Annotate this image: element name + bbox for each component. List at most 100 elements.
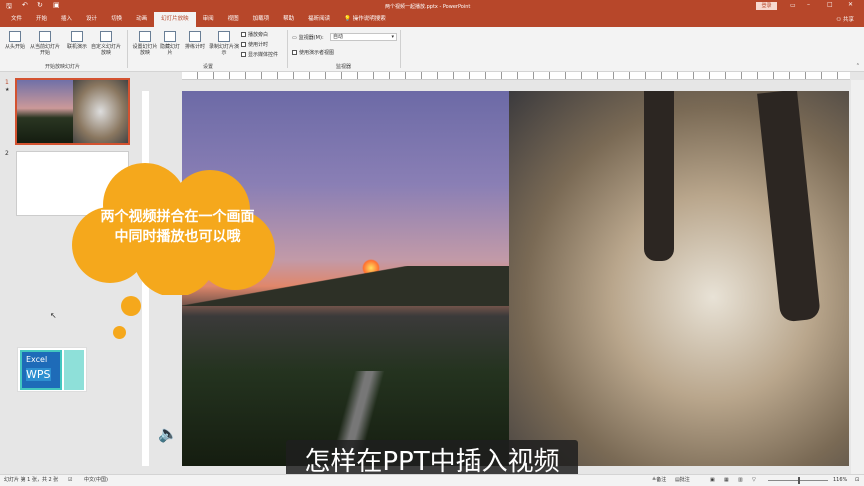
label: 从当前幻灯片开始 [29, 44, 60, 56]
tab-review[interactable]: 审阅 [196, 12, 221, 27]
tab-insert[interactable]: 插入 [54, 12, 79, 27]
normal-view-icon[interactable]: ▣ [710, 475, 715, 486]
monitor-icon: ▭ [292, 34, 297, 41]
redo-icon[interactable]: ↻ [37, 1, 43, 9]
window-title: 两个视频一起播放.pptx - PowerPoint [385, 4, 471, 10]
rehearse-timings-button[interactable]: 排练计时 [183, 29, 207, 50]
zoom-slider[interactable] [768, 477, 828, 484]
language[interactable]: 中文(中国) [84, 475, 108, 486]
label: 录制幻灯片演示 [209, 44, 240, 56]
from-beginning-button[interactable]: 从头开始 [2, 29, 28, 50]
label: 监视器(M): [298, 35, 324, 41]
divider [287, 30, 288, 68]
spellcheck-icon[interactable]: ☑ [68, 475, 72, 486]
record-slideshow-button[interactable]: 录制幻灯片演示 [209, 29, 239, 56]
group-monitors: 监视器 [336, 64, 352, 70]
callout-bubble-large [121, 296, 141, 316]
callout-bubble-small [113, 326, 126, 339]
label: 显示媒体控件 [248, 52, 279, 58]
speaker-icon[interactable]: 🔈 [158, 424, 178, 443]
use-timings-checkbox[interactable]: 使用计时 [241, 41, 268, 48]
show-media-controls-checkbox[interactable]: 显示媒体控件 [241, 51, 278, 58]
label: 排练计时 [184, 44, 205, 50]
tab-foxit[interactable]: 福昕阅读 [301, 12, 337, 27]
callout-text: 两个视频拼合在一个画面中同时播放也可以哦 [100, 209, 255, 245]
presenter-view-checkbox[interactable]: 使用演示者视图 [292, 49, 334, 56]
from-current-button[interactable]: 从当前幻灯片开始 [28, 29, 62, 56]
tab-help[interactable]: 帮助 [276, 12, 301, 27]
tab-slideshow[interactable]: 幻灯片放映 [154, 12, 196, 27]
label: 从头开始 [4, 44, 25, 50]
slide-canvas[interactable] [182, 91, 849, 466]
slide-sorter-icon[interactable]: ▦ [724, 475, 729, 486]
comments-button[interactable]: ▤批注 [675, 475, 690, 486]
thumb-image-left [17, 80, 73, 143]
share-label: 共享 [842, 17, 854, 23]
label: 使用计时 [248, 42, 269, 48]
tell-me-search[interactable]: 💡 操作说明搜索 [337, 12, 393, 27]
slide-number: 1 [5, 79, 9, 86]
slideshow-view-icon[interactable]: ▽ [752, 475, 756, 486]
ribbon: 从头开始 从当前幻灯片开始 联机演示 自定义幻灯片放映 开始放映幻灯片 设置幻灯… [0, 27, 864, 72]
vertical-scrollbar[interactable] [851, 80, 864, 474]
start-slideshow-icon[interactable]: ▣ [53, 1, 60, 9]
chevron-down-icon: ▾ [391, 34, 394, 40]
leg-left [644, 91, 674, 261]
maximize-button[interactable]: □ [827, 1, 833, 8]
label: 设置幻灯片放映 [132, 44, 158, 56]
label: 备注 [656, 477, 667, 483]
close-button[interactable]: ✕ [848, 1, 853, 8]
ribbon-display-icon[interactable]: ▭ [790, 2, 796, 9]
setup-slideshow-button[interactable]: 设置幻灯片放映 [131, 29, 159, 56]
zoom-level[interactable]: 116% [833, 475, 847, 486]
tab-addins[interactable]: 加载项 [246, 12, 277, 27]
label: 自定义幻灯片放映 [90, 44, 121, 56]
horizontal-ruler [182, 72, 850, 80]
tab-design[interactable]: 设计 [79, 12, 104, 27]
water-splash-video[interactable] [509, 91, 849, 466]
tab-file[interactable]: 文件 [4, 12, 29, 27]
slide-number: 2 [5, 150, 9, 157]
label: 使用演示者视图 [299, 50, 335, 56]
tab-home[interactable]: 开始 [29, 12, 54, 27]
monitor-label: ▭ 监视器(M): [292, 34, 324, 42]
minimize-button[interactable]: – [807, 1, 810, 8]
custom-slideshow-button[interactable]: 自定义幻灯片放映 [90, 29, 122, 56]
reading-view-icon[interactable]: ▥ [738, 475, 743, 486]
logo-line2: WPS [26, 368, 51, 381]
thumb-image-right [72, 80, 128, 143]
undo-icon[interactable]: ↶ [22, 1, 28, 9]
collapse-ribbon-icon[interactable]: ⌃ [856, 63, 860, 69]
logo-line1: Excel [26, 355, 48, 364]
person-icon: ⚇ [836, 17, 842, 23]
slide-info: 幻灯片 第 1 张，共 2 张 [4, 477, 59, 483]
leg-right [757, 91, 821, 323]
divider [127, 30, 128, 68]
play-narrations-checkbox[interactable]: 播放旁白 [241, 31, 268, 38]
login-button[interactable]: 登录 [756, 2, 777, 10]
lightbulb-icon: 💡 [344, 16, 353, 22]
mouse-cursor-icon: ↖ [50, 311, 57, 320]
excel-wps-logo: Excel WPS [17, 347, 87, 392]
share-button[interactable]: ⚇ 共享 [836, 15, 854, 23]
ribbon-tabs: 文件 开始 插入 设计 切换 动画 幻灯片放映 审阅 视图 加载项 帮助 福昕阅… [0, 12, 864, 27]
label: 隐藏幻灯片 [159, 44, 180, 56]
slide-thumbnail-1[interactable] [15, 78, 130, 145]
monitor-select[interactable]: 自动 ▾ [330, 33, 397, 41]
label: 联机演示 [66, 44, 87, 50]
group-start: 开始放映幻灯片 [45, 64, 81, 70]
present-online-button[interactable]: 联机演示 [64, 29, 90, 50]
tell-me-label: 操作说明搜索 [352, 16, 386, 22]
divider [400, 30, 401, 68]
label: 批注 [679, 477, 690, 483]
hide-slide-button[interactable]: 隐藏幻灯片 [159, 29, 181, 56]
notes-button[interactable]: ≜备注 [652, 475, 666, 486]
fit-to-window-icon[interactable]: ⊡ [855, 475, 859, 486]
tab-transitions[interactable]: 切换 [104, 12, 129, 27]
tab-view[interactable]: 视图 [221, 12, 246, 27]
value: 自动 [333, 34, 344, 40]
label: 播放旁白 [248, 32, 269, 38]
tab-animations[interactable]: 动画 [129, 12, 154, 27]
group-setup: 设置 [203, 64, 214, 70]
status-bar: 幻灯片 第 1 张，共 2 张 ☑ 中文(中国) ≜备注 ▤批注 ▣ ▦ ▥ ▽… [0, 474, 864, 486]
